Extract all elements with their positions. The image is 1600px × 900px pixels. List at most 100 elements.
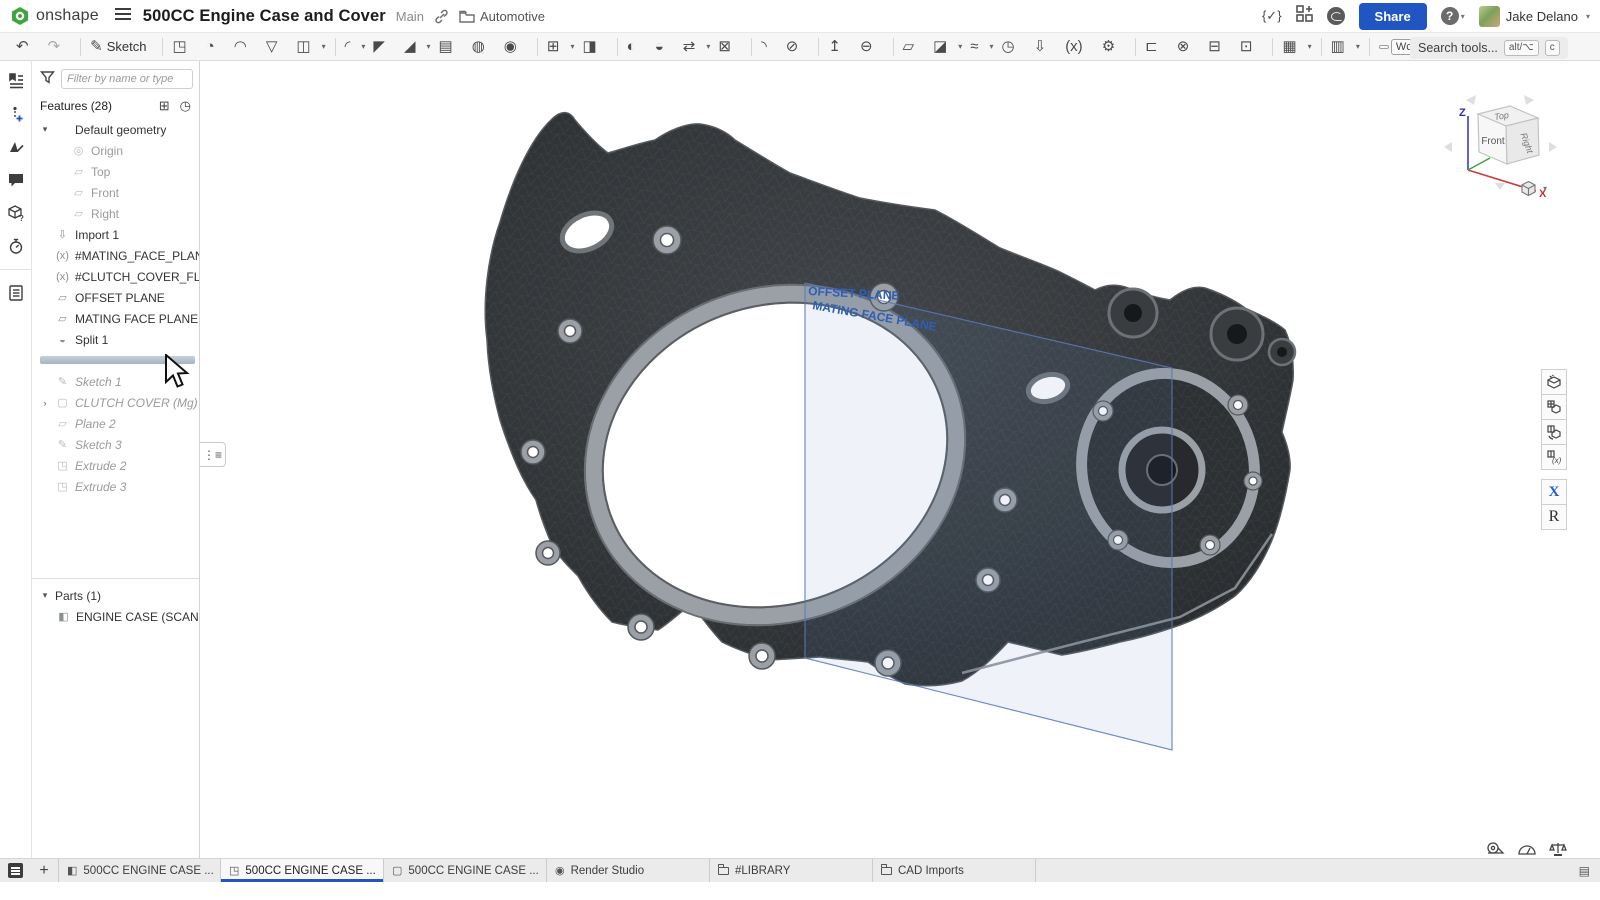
share-button[interactable]: Share <box>1359 3 1427 30</box>
document-tab[interactable]: #LIBRARY <box>710 859 873 882</box>
feature-tree-item[interactable]: › ▢ CLUTCH COVER (Mg) (13) <box>38 392 199 413</box>
render-panel-icon[interactable]: R <box>1541 504 1567 530</box>
feature-tree-item[interactable]: ▱ Plane 2 <box>38 413 199 434</box>
document-title[interactable]: 500CC Engine Case and Cover <box>143 7 386 26</box>
tool-finish-part[interactable]: ⊡ <box>1236 36 1268 58</box>
feature-tree-item[interactable]: ▱ Right <box>38 203 199 224</box>
tool-loft[interactable]: ▽ <box>262 36 293 58</box>
part-info-icon[interactable]: ? <box>4 201 28 225</box>
tool-replace-face[interactable]: ⊖ <box>856 36 888 58</box>
tool-named-views[interactable]: ▥ ▾ <box>1327 36 1364 58</box>
onshape-logo[interactable]: onshape <box>10 6 99 26</box>
help-menu[interactable]: ? ▾ <box>1441 7 1465 25</box>
xometry-panel-icon[interactable]: X <box>1541 479 1567 505</box>
feature-tree-item[interactable]: ▾ Default geometry <box>38 119 199 140</box>
tool-shell[interactable]: ◍ <box>468 36 500 58</box>
graphics-area[interactable]: OFFSET PLANE MATING FACE PLANE <box>200 61 1600 858</box>
tool-sketch[interactable]: ✎ Sketch <box>86 36 157 58</box>
search-tools[interactable]: Search tools... alt/⌥ c <box>1410 37 1568 59</box>
assistant-icon[interactable] <box>1327 7 1345 25</box>
tool-delete-part[interactable]: ⊠ <box>714 36 746 58</box>
tool-convert-to-sheet-metal[interactable]: ⊗ <box>1173 36 1205 58</box>
view-options-menu[interactable]: ▾ <box>1520 180 1547 197</box>
part-list-item[interactable]: ◧ ENGINE CASE (SCAN) <box>38 606 199 627</box>
regenerate-icon[interactable]: ◷ <box>180 98 191 114</box>
tool-chamfer[interactable]: ◤ <box>369 36 400 58</box>
filter-icon[interactable] <box>40 70 55 88</box>
filter-input[interactable] <box>61 69 193 89</box>
tool-mirror[interactable]: ◨ <box>578 36 611 58</box>
insert-version-icon[interactable] <box>4 102 28 126</box>
tab-manager-button[interactable] <box>0 859 30 882</box>
tool-hole[interactable]: ◉ <box>500 36 532 58</box>
tool-fillet[interactable]: ◜ ▾ <box>341 36 370 58</box>
tool-plane[interactable]: ▱ <box>899 36 930 58</box>
tool-draft[interactable]: ◢ ▾ <box>400 36 435 58</box>
featurescript-icon[interactable]: {✓} <box>1262 8 1282 24</box>
view-cube-front-label[interactable]: Front <box>1481 136 1505 147</box>
feature-tree-item[interactable]: (x) #CLUTCH_COVER_FLAN... <box>38 266 199 287</box>
branch-label[interactable]: Main <box>396 9 424 24</box>
tool-flatten[interactable]: ⊟ <box>1204 36 1236 58</box>
cut-list-icon[interactable] <box>4 281 28 305</box>
document-tab[interactable]: ◧ 500CC ENGINE CASE ... <box>58 859 221 882</box>
feature-tree-item[interactable]: ◒ Split 1 <box>38 329 199 350</box>
feature-tree-item[interactable]: ◳ Extrude 2 <box>38 455 199 476</box>
tool-rib[interactable]: ▤ <box>435 36 468 58</box>
tool-extrude[interactable]: ◳ <box>168 36 201 58</box>
tool-helix[interactable]: ◷ <box>998 36 1030 58</box>
named-views-panel-icon[interactable] <box>1541 419 1567 445</box>
feature-tree-item[interactable]: ✎ Sketch 1 <box>38 371 199 392</box>
tool-undo[interactable]: ↶ <box>12 36 44 58</box>
tool-split[interactable]: ◒ <box>651 36 679 58</box>
configurations-panel-icon[interactable]: (x) <box>1541 444 1567 470</box>
document-tab[interactable]: ▢ 500CC ENGINE CASE ... <box>384 859 547 882</box>
tool-tables[interactable]: ▦ ▾ <box>1278 36 1315 58</box>
document-tab[interactable]: CAD Imports <box>873 859 1036 882</box>
tool-offset-surface[interactable]: ◪ ▾ <box>929 36 966 58</box>
tool-custom-feature[interactable]: ⚙ <box>1098 36 1130 58</box>
expander-icon[interactable]: ▾ <box>40 124 50 135</box>
feature-tree-item[interactable]: ▱ OFFSET PLANE <box>38 287 199 308</box>
feature-tree-item[interactable]: ◳ Extrude 3 <box>38 476 199 497</box>
expander-icon[interactable]: › <box>40 398 50 408</box>
feature-tree-item[interactable]: ▱ Top <box>38 161 199 182</box>
tool-transform[interactable]: ⇄ ▾ <box>679 36 715 58</box>
document-tab[interactable]: ◳ 500CC ENGINE CASE ... <box>221 859 384 882</box>
tool-redo[interactable]: ↷ <box>44 36 76 58</box>
tool-delete-face[interactable]: ⊘ <box>782 36 814 58</box>
tool-linear-pattern[interactable]: ⊞ ▾ <box>543 36 579 58</box>
tool-sweep[interactable]: ◠ <box>230 36 262 58</box>
feature-dialog-flyout-handle[interactable]: ⋮≡ <box>200 442 226 467</box>
user-menu[interactable]: Jake Delano ▾ <box>1479 6 1590 27</box>
feature-tree-item[interactable]: ✎ Sketch 3 <box>38 434 199 455</box>
tab-list-icon[interactable]: ▤ <box>1579 859 1600 882</box>
feature-tree-item[interactable]: ⇩ Import 1 <box>38 224 199 245</box>
comments-icon[interactable] <box>4 168 28 192</box>
feature-list-icon[interactable] <box>4 69 28 93</box>
tool-derived[interactable]: ⇩ <box>1030 36 1062 58</box>
history-icon[interactable] <box>4 234 28 258</box>
tool-sheet-metal[interactable]: ⊏ <box>1141 36 1173 58</box>
document-tab[interactable]: ◉ Render Studio <box>547 859 710 882</box>
feature-tree-item[interactable]: ◎ Origin <box>38 140 199 161</box>
add-folder-icon[interactable]: ⊞ <box>159 98 170 114</box>
feature-tree-item[interactable] <box>40 356 195 364</box>
tool-variable[interactable]: (x) <box>1061 36 1098 58</box>
annotate-icon[interactable] <box>4 135 28 159</box>
app-store-icon[interactable] <box>1296 5 1313 27</box>
feature-tree-item[interactable]: ▱ Front <box>38 182 199 203</box>
feature-tree-item[interactable]: (x) #MATING_FACE_PLANE... <box>38 245 199 266</box>
link-icon[interactable] <box>434 9 449 24</box>
tool-modify-fillet[interactable]: ◝ <box>757 36 782 58</box>
tool-thicken[interactable]: ◫ ▾ <box>292 36 329 58</box>
hamburger-menu-icon[interactable] <box>115 7 131 26</box>
parts-header-row[interactable]: ▾ Parts (1) <box>38 585 199 606</box>
display-states-panel-icon[interactable] <box>1541 394 1567 420</box>
expander-icon[interactable]: ▾ <box>40 590 50 601</box>
tool-revolve[interactable]: ◔ <box>202 36 230 58</box>
project-name[interactable]: Automotive <box>480 9 545 24</box>
feature-tree-item[interactable]: ▱ MATING FACE PLANE <box>38 308 199 329</box>
tool-move-face[interactable]: ↥ <box>824 36 856 58</box>
add-tab-button[interactable]: + <box>30 859 58 882</box>
